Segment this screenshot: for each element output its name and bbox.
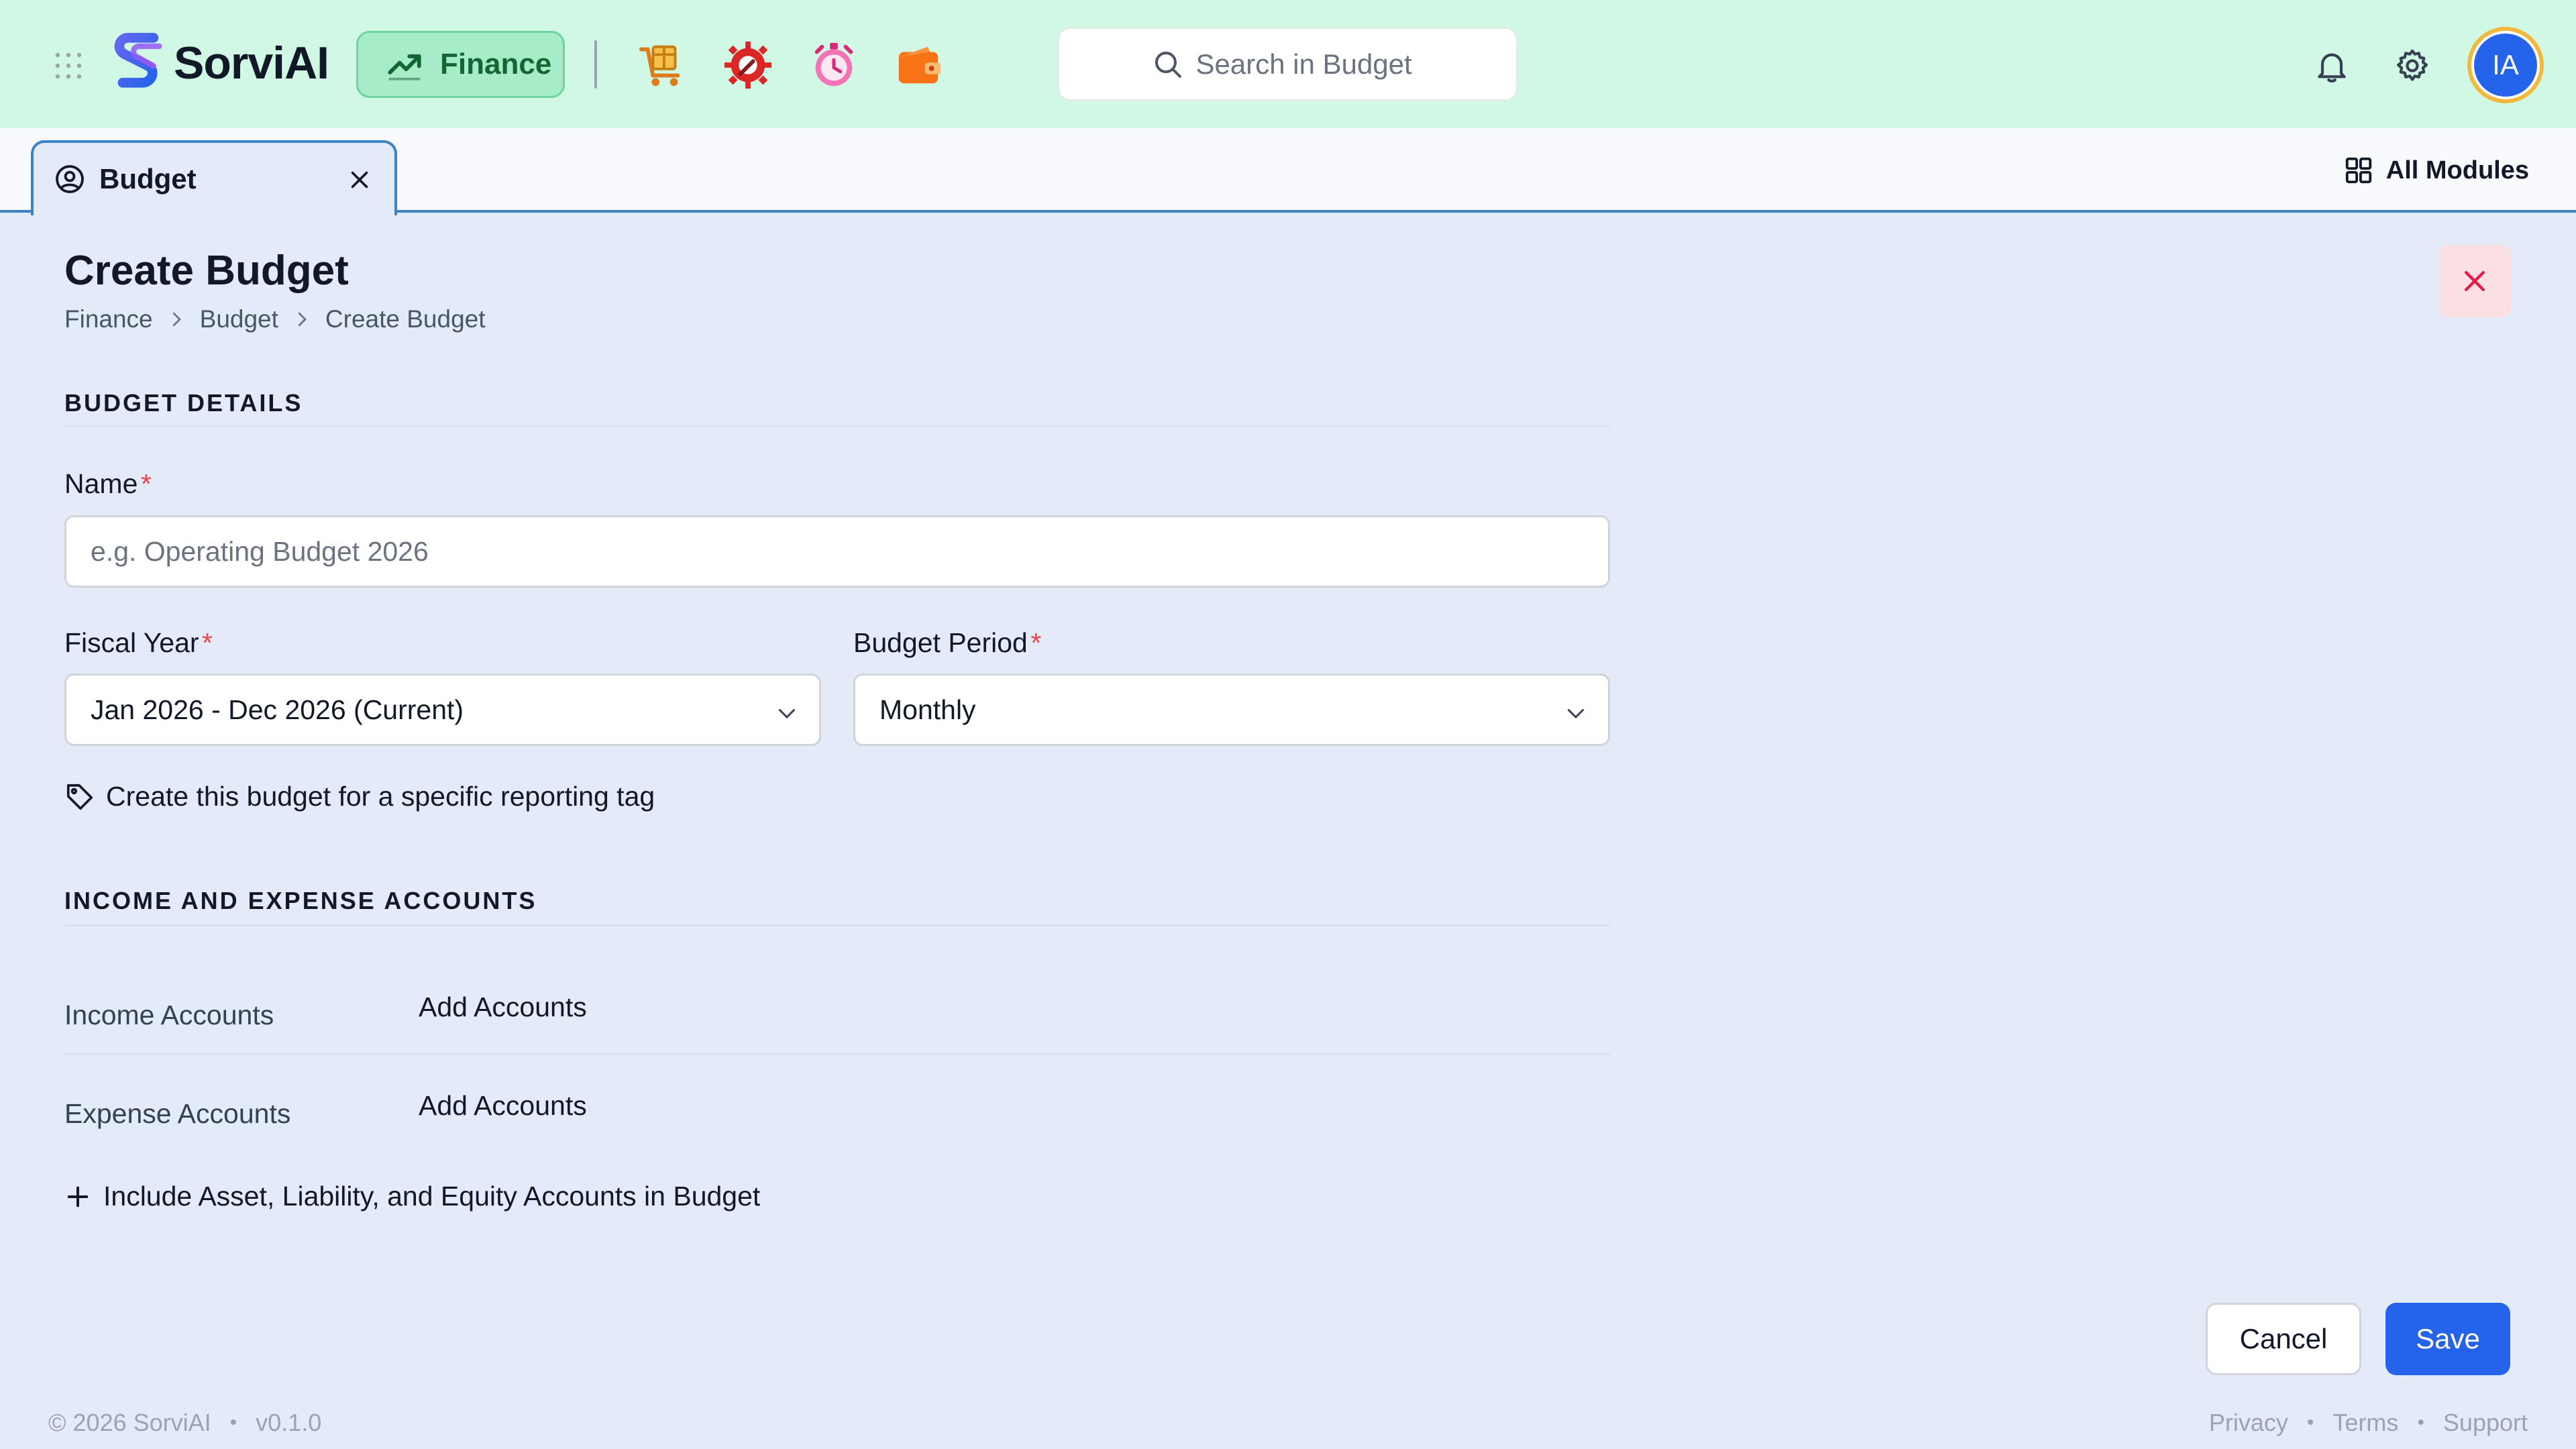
section-divider: [64, 425, 1610, 427]
section-title-accounts: INCOME AND EXPENSE ACCOUNTS: [64, 887, 537, 914]
include-balance-accounts-link[interactable]: Include Asset, Liability, and Equity Acc…: [64, 1181, 760, 1212]
chevron-down-icon: [1568, 709, 1584, 719]
tab-connector: [34, 211, 394, 218]
fiscal-year-value: Jan 2026 - Dec 2026 (Current): [91, 694, 464, 725]
section-title-budget-details: BUDGET DETAILS: [64, 389, 303, 417]
footer-meta: © 2026 SorviAI • v0.1.0: [48, 1409, 321, 1437]
budget-period-value: Monthly: [879, 694, 976, 725]
module-label: Finance: [440, 48, 552, 80]
brand-logo-icon: [114, 33, 162, 88]
brand-name: SorviAI: [174, 38, 329, 89]
footer-link-support[interactable]: Support: [2443, 1409, 2528, 1437]
chevron-right-icon: [298, 312, 307, 327]
footer-separator: •: [229, 1411, 237, 1434]
row-divider: [64, 1053, 1610, 1055]
copyright-text: © 2026 SorviAI: [48, 1409, 211, 1436]
expense-accounts-label: Expense Accounts: [64, 1098, 291, 1129]
search-input[interactable]: [1195, 48, 1424, 80]
cancel-button[interactable]: Cancel: [2206, 1303, 2361, 1375]
add-expense-accounts-link[interactable]: Add Accounts: [419, 1090, 587, 1122]
breadcrumb: Finance Budget Create Budget: [64, 305, 486, 333]
wallet-icon[interactable]: [894, 39, 946, 91]
trending-up-icon: [388, 54, 421, 80]
brand-logo[interactable]: SorviAI: [111, 32, 329, 94]
inventory-cart-icon[interactable]: [636, 39, 688, 91]
grid-icon: [2345, 157, 2371, 184]
add-income-accounts-link[interactable]: Add Accounts: [419, 991, 587, 1023]
include-balance-accounts-label: Include Asset, Liability, and Equity Acc…: [103, 1181, 761, 1212]
budget-period-label: Budget Period *: [853, 627, 1042, 658]
footer-separator: •: [2417, 1411, 2424, 1434]
tag-icon: [66, 784, 93, 810]
time-tracker-icon[interactable]: [808, 39, 860, 91]
required-asterisk: *: [140, 468, 152, 499]
fiscal-year-select[interactable]: Jan 2026 - Dec 2026 (Current): [64, 674, 821, 746]
chevron-down-icon: [779, 709, 795, 719]
breadcrumb-finance[interactable]: Finance: [64, 305, 153, 333]
user-circle-icon: [56, 165, 84, 193]
close-tab-icon[interactable]: [347, 168, 372, 192]
settings-gear-icon[interactable]: [2394, 47, 2431, 85]
top-bar: SorviAI Finance Search in Budget IA: [0, 0, 2576, 128]
service-gear-icon[interactable]: [722, 39, 774, 91]
footer-link-privacy[interactable]: Privacy: [2209, 1409, 2288, 1437]
tab-strip: Budget All Modules: [0, 128, 2576, 218]
notification-bell-icon[interactable]: [2313, 47, 2351, 85]
user-avatar[interactable]: IA: [2467, 27, 2544, 103]
page-title: Create Budget: [64, 248, 349, 294]
budget-name-input[interactable]: [64, 515, 1610, 588]
footer-links: Privacy • Terms • Support: [2209, 1409, 2528, 1437]
reporting-tag-link[interactable]: Create this budget for a specific report…: [64, 781, 655, 812]
chevron-right-icon: [172, 312, 181, 327]
avatar-initials: IA: [2471, 31, 2540, 99]
breadcrumb-current: Create Budget: [325, 305, 486, 333]
name-field-label: Name *: [64, 468, 152, 499]
module-switcher-finance[interactable]: Finance: [356, 31, 565, 98]
all-modules-label: All Modules: [2385, 156, 2529, 184]
close-icon: [2464, 270, 2485, 292]
required-asterisk: *: [202, 627, 213, 658]
income-accounts-label: Income Accounts: [64, 1000, 274, 1030]
section-divider: [64, 924, 1610, 926]
topbar-divider: [594, 40, 597, 89]
app-launcher-icon[interactable]: [52, 50, 85, 82]
search-icon: [1155, 51, 1181, 78]
reporting-tag-label: Create this budget for a specific report…: [106, 781, 655, 812]
plus-icon: [67, 1186, 89, 1207]
tab-label: Budget: [99, 163, 197, 195]
footer-separator: •: [2306, 1411, 2314, 1434]
version-text: v0.1.0: [256, 1409, 322, 1436]
budget-period-select[interactable]: Monthly: [853, 674, 1610, 746]
footer-link-terms[interactable]: Terms: [2332, 1409, 2398, 1437]
search-bar[interactable]: [1058, 28, 1517, 101]
tab-budget[interactable]: Budget: [31, 140, 397, 215]
close-page-button[interactable]: [2438, 245, 2511, 317]
breadcrumb-budget[interactable]: Budget: [200, 305, 278, 333]
save-button[interactable]: Save: [2385, 1303, 2510, 1375]
all-modules-button[interactable]: All Modules: [2343, 155, 2529, 186]
required-asterisk: *: [1030, 627, 1042, 658]
fiscal-year-label: Fiscal Year *: [64, 627, 213, 658]
